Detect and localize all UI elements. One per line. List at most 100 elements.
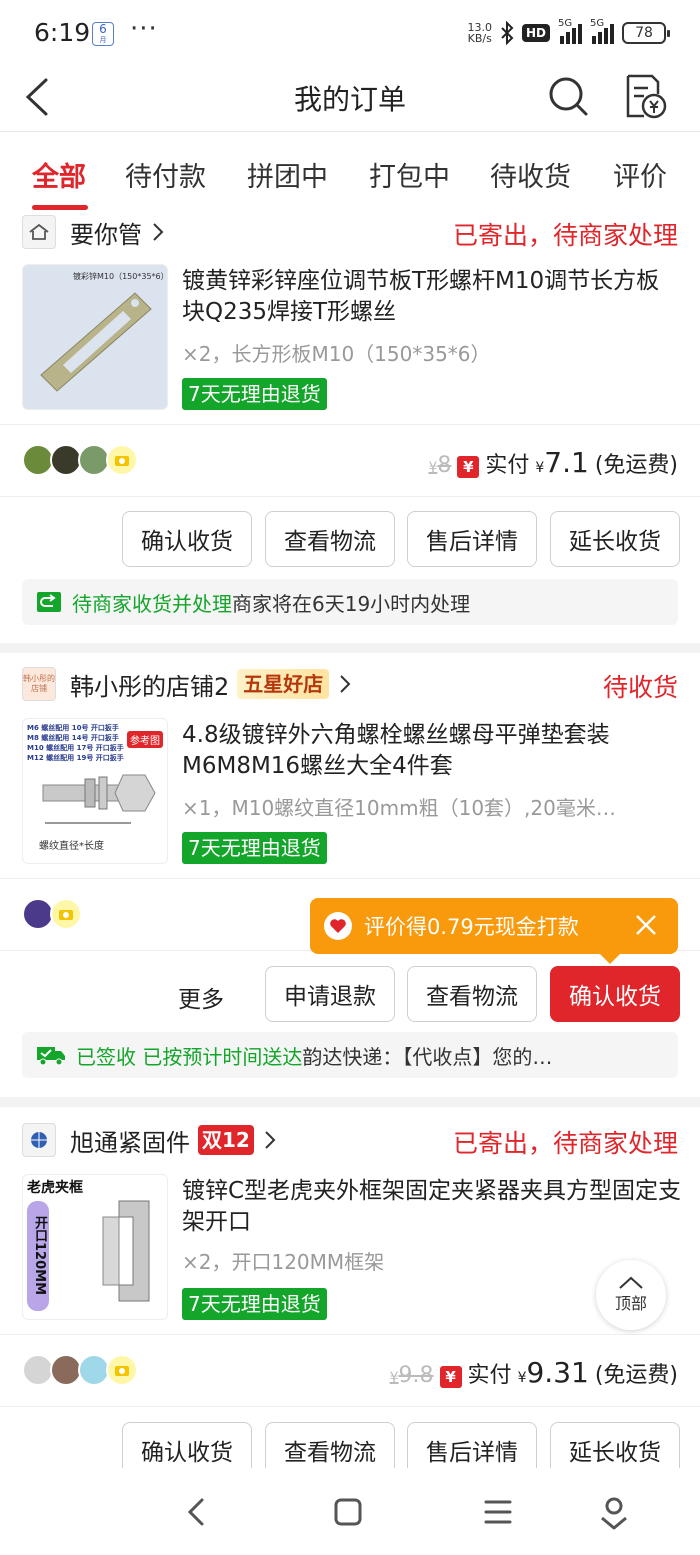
section-gap <box>0 643 700 653</box>
product-title[interactable]: 镀锌C型老虎夹外框架固定夹紧器夹具方型固定支架开口 <box>182 1176 682 1238</box>
signal-icon-2: 5G <box>590 18 614 44</box>
paid-amount-value: 9.31 <box>526 1356 589 1389</box>
nav-assistant-icon[interactable] <box>594 1492 634 1532</box>
order-card: 要你管 已寄出，待商家处理 镀彩锌M10（150*35*6） 镀黄锌彩锌座位调节… <box>0 212 700 642</box>
buyer-avatars[interactable] <box>22 1354 138 1386</box>
active-tab-underline <box>32 205 88 210</box>
globe-icon <box>31 1132 47 1148</box>
paid-label: 实付 <box>485 453 530 478</box>
heart-icon <box>324 912 352 940</box>
original-price: ¥8 <box>428 453 451 478</box>
divider <box>0 424 700 425</box>
thumb-spec-lines: M6 螺丝配用 10号 开口扳手 M8 螺丝配用 14号 开口扳手 M10 螺丝… <box>27 723 124 763</box>
confirm-receipt-button[interactable]: 确认收货 <box>550 966 680 1022</box>
delivery-notice[interactable]: 已签收 已按预计时间送达 韵达快递：【代收点】您的… <box>22 1032 678 1078</box>
divider <box>0 1406 700 1407</box>
calendar-badge: 6月 <box>92 22 114 46</box>
original-price: ¥9.8 <box>390 1363 434 1388</box>
notice-status: 已签收 已按预计时间送达 <box>76 1044 303 1069</box>
shop-logo <box>22 1123 56 1157</box>
yen-icon: ¥ <box>439 1366 462 1388</box>
yen-icon: ¥ <box>457 456 480 478</box>
nav-home-icon[interactable] <box>328 1492 368 1532</box>
paid-amount-value: 7.1 <box>544 446 589 479</box>
thumb-bottom-label: 螺纹直径*长度 <box>39 841 104 852</box>
bluetooth-icon <box>501 21 514 45</box>
chevron-right-icon <box>153 223 164 241</box>
product-thumbnail[interactable]: 老虎夹框 开口120MM <box>22 1174 168 1320</box>
more-notifications-icon: ··· <box>130 14 158 44</box>
nav-back-icon[interactable] <box>176 1492 216 1532</box>
product-title[interactable]: 镀黄锌彩锌座位调节板T形螺杆M10调节长方板块Q235焊接T形螺丝 <box>182 266 682 328</box>
price-row: ¥9.8 ¥ 实付 ¥9.31 (免运费) <box>390 1356 678 1389</box>
calendar-badge-number: 6 <box>99 22 107 36</box>
shop-name: 韩小彤的店铺2 <box>70 672 230 701</box>
order-status: 待收货 <box>602 673 678 702</box>
signal-icon-1: 5G <box>558 18 582 44</box>
buyer-avatars[interactable] <box>22 444 138 476</box>
thumb-side-label: 开口120MM <box>27 1201 49 1311</box>
five-star-shop-badge: 五星好店 <box>237 669 330 699</box>
paid-amount: ¥9.31 <box>518 1356 589 1389</box>
review-reward-tooltip[interactable]: 评价得0.79元现金打款 <box>310 898 678 964</box>
return-icon <box>37 592 61 612</box>
confirm-receipt-button[interactable]: 确认收货 <box>122 511 252 567</box>
shop-header[interactable]: 要你管 <box>22 212 164 252</box>
tab-all[interactable]: 全部 <box>32 155 86 194</box>
shop-header[interactable]: 韩小彤的店铺 韩小彤的店铺2 五星好店 <box>22 664 351 704</box>
chevron-right-icon <box>340 675 351 693</box>
return-policy-badge: 7天无理由退货 <box>182 832 327 864</box>
net-type-2: 5G <box>590 18 605 29</box>
shop-header[interactable]: 旭通紧固件 双12 <box>22 1120 276 1160</box>
divider <box>0 496 700 497</box>
view-logistics-button[interactable]: 查看物流 <box>407 966 537 1022</box>
currency-symbol: ¥ <box>389 1370 399 1386</box>
product-thumbnail[interactable]: M6 螺丝配用 10号 开口扳手 M8 螺丝配用 14号 开口扳手 M10 螺丝… <box>22 718 168 864</box>
request-refund-button[interactable]: 申请退款 <box>265 966 395 1022</box>
net-speed-unit: KB/s <box>467 32 492 45</box>
after-sales-button[interactable]: 售后详情 <box>407 511 537 567</box>
calendar-badge-label: 月 <box>99 36 107 44</box>
tooltip-text: 评价得0.79元现金打款 <box>364 915 579 939</box>
original-price-value: 9.8 <box>398 1363 434 1388</box>
tab-pending-receipt[interactable]: 待收货 <box>490 155 571 194</box>
net-speed: 13.0 KB/s <box>467 22 492 44</box>
view-logistics-button[interactable]: 查看物流 <box>265 511 395 567</box>
thumb-spec-line: M8 螺丝配用 14号 开口扳手 <box>27 734 119 742</box>
delivery-truck-icon <box>37 1047 65 1066</box>
back-to-top-label: 顶部 <box>614 1294 647 1313</box>
house-icon <box>29 223 49 240</box>
tab-group-buying[interactable]: 拼团中 <box>247 155 328 194</box>
tab-pending-payment[interactable]: 待付款 <box>125 155 206 194</box>
search-icon[interactable] <box>546 74 590 118</box>
nav-menu-icon[interactable] <box>478 1492 518 1532</box>
camera-icon <box>50 898 82 930</box>
close-icon[interactable] <box>632 910 660 940</box>
buyer-avatars[interactable] <box>22 898 82 930</box>
notice-text: 商家将在6天19小时内处理 <box>232 591 471 616</box>
thumb-spec-line: M6 螺丝配用 10号 开口扳手 <box>27 724 119 732</box>
back-to-top-button[interactable]: 顶部 <box>596 1260 666 1330</box>
extend-receipt-button[interactable]: 延长收货 <box>550 511 680 567</box>
order-status: 已寄出，待商家处理 <box>452 221 678 250</box>
divider <box>0 878 700 879</box>
shop-name: 要你管 <box>70 220 142 249</box>
return-policy-badge: 7天无理由退货 <box>182 378 327 410</box>
status-time: 6:19 <box>34 18 91 47</box>
thumb-title: 老虎夹框 <box>27 1180 83 1196</box>
bill-icon[interactable] <box>622 72 668 120</box>
tab-packing[interactable]: 打包中 <box>369 155 450 194</box>
thumb-spec-line: M12 螺丝配用 19号 开口扳手 <box>27 754 124 762</box>
product-title[interactable]: 4.8级镀锌外六角螺栓螺丝螺母平弹垫套装M6M8M16螺丝大全4件套 <box>182 720 682 782</box>
more-button[interactable]: 更多 <box>178 980 224 1014</box>
price-row: ¥8 ¥ 实付 ¥7.1 (免运费) <box>428 446 678 479</box>
notice-text: 韵达快递：【代收点】您的… <box>302 1044 553 1069</box>
order-notice[interactable]: 待商家收货并处理 商家将在6天19小时内处理 <box>22 579 678 625</box>
tab-review[interactable]: 评价 <box>613 155 667 194</box>
shop-logo: 韩小彤的店铺 <box>22 667 56 701</box>
double-12-badge: 双12 <box>198 1125 254 1155</box>
net-type-1: 5G <box>558 18 573 29</box>
status-bar: 6:19 6月 ··· 13.0 KB/s HD 5G 5G 78 <box>0 0 700 64</box>
product-spec: ×1，M10螺纹直径10mm粗（10套）,20毫米… <box>182 796 616 820</box>
product-thumbnail[interactable]: 镀彩锌M10（150*35*6） <box>22 264 168 410</box>
